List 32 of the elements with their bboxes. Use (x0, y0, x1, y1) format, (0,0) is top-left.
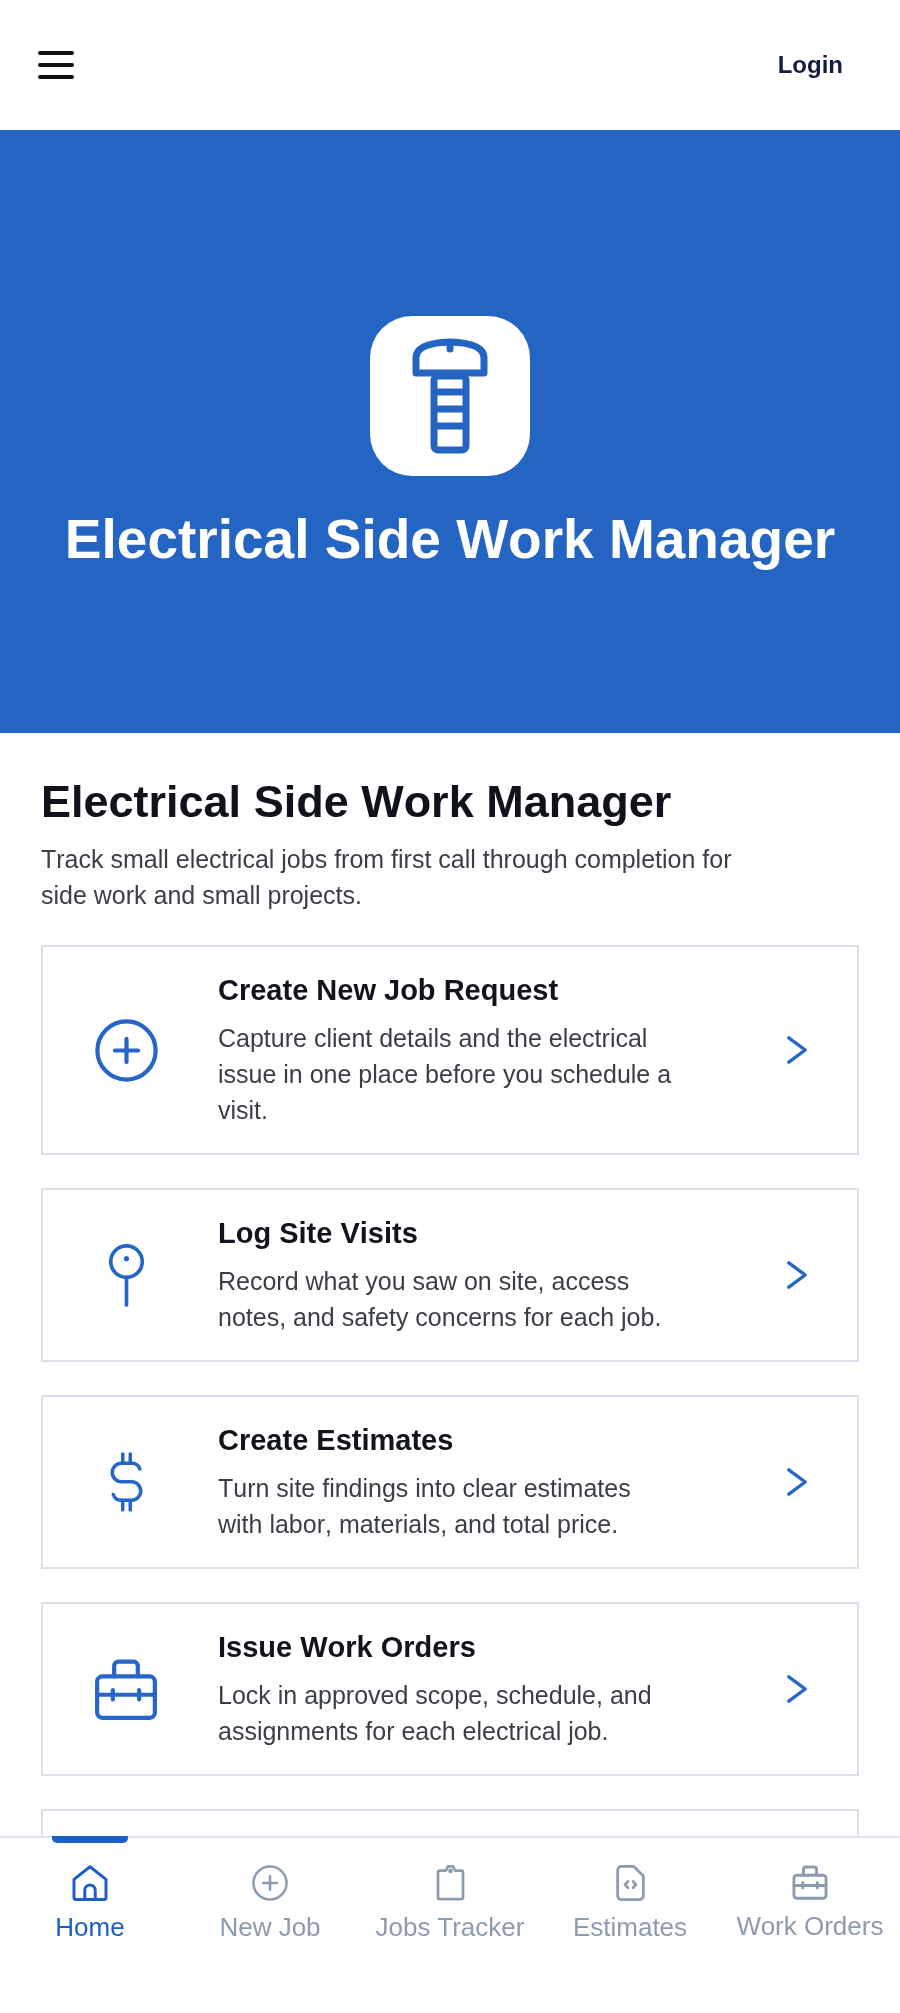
page-heading: Electrical Side Work Manager (41, 775, 673, 829)
feature-card[interactable]: Log Site Visits Record what you saw on site, access notes, and safety concerns for each job. (41, 1188, 859, 1362)
toolbox-icon (792, 1865, 828, 1900)
card-description: Capture client details and the electrical issue in one place before you schedule a visit. (218, 1023, 673, 1126)
intro-description: Track small electrical jobs from first call through completion for side work and small projects. (41, 844, 733, 911)
card-description: Lock in approved scope, schedule, and assignments for each electrical job. (218, 1680, 653, 1747)
plus-circle-icon (94, 1018, 158, 1082)
menu-icon[interactable] (38, 51, 74, 79)
pin-icon (107, 1243, 145, 1307)
card-title: Create New Job Request (218, 973, 560, 1008)
nav-tab[interactable]: Home (0, 1838, 180, 1950)
card-title: Log Site Visits (218, 1216, 419, 1251)
feature-card[interactable]: Create New Job Request Capture client details and the electrical issue in one place before you schedule a visit. (41, 945, 859, 1155)
feature-card[interactable]: Issue Work Orders Lock in approved scope, schedule, and assignments for each electrical job. (41, 1602, 859, 1776)
screw-icon (370, 316, 530, 476)
feature-card[interactable]: Create Estimates Turn site findings into clear estimates with labor, materials, and total price. (41, 1395, 859, 1569)
card-title: Create Estimates (218, 1423, 455, 1458)
card-description: Record what you saw on site, access notes, and safety concerns for each job. (218, 1266, 663, 1333)
card-description: Turn site findings into clear estimates with labor, materials, and total price. (218, 1473, 632, 1540)
house-icon (72, 1865, 108, 1901)
hero-title: Electrical Side Work Manager (64, 507, 836, 572)
dollar-icon (108, 1452, 144, 1512)
toolbox-icon (94, 1657, 158, 1721)
chevron-right-icon (786, 1467, 808, 1497)
chevron-right-icon (786, 1260, 808, 1290)
login-link[interactable]: Login (777, 50, 843, 80)
card-title: Issue Work Orders (218, 1630, 477, 1665)
plus-circle-icon (252, 1865, 288, 1901)
chevron-right-icon (786, 1674, 808, 1704)
clipboard-icon (435, 1865, 465, 1901)
chevron-right-icon (786, 1035, 808, 1065)
file-code-icon (615, 1865, 645, 1901)
